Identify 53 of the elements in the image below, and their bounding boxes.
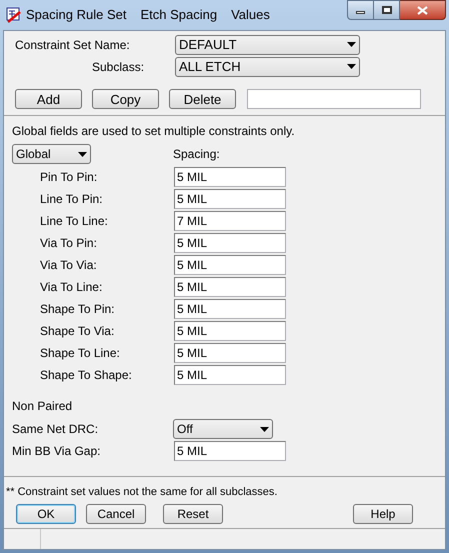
footnote-text: ** Constraint set values not the same for all subclasses. — [6, 486, 278, 498]
value-field[interactable]: 5 MIL — [174, 167, 286, 187]
dialog-button[interactable]: Add — [15, 89, 82, 109]
value-field[interactable]: 5 MIL — [174, 277, 286, 297]
same-net-drc-dropdown[interactable]: Off — [173, 419, 273, 439]
caret-icon — [347, 64, 356, 69]
value-field[interactable]: 5 MIL — [174, 365, 286, 385]
scope-dropdown[interactable]: Global — [12, 144, 91, 164]
rule-label: Pin To Pin: — [39, 169, 98, 186]
caret-icon — [78, 152, 87, 156]
rule-label: Via To Pin: — [39, 235, 98, 252]
value-field[interactable]: 5 MIL — [174, 299, 286, 319]
close-icon — [417, 6, 428, 14]
constraint-set-dropdown[interactable]: DEFAULT — [175, 34, 360, 54]
rule-label: Line To Pin: — [39, 191, 104, 208]
name-field[interactable] — [247, 89, 421, 109]
dialog-button[interactable]: Delete — [169, 89, 236, 109]
value-field[interactable]: 5 MIL — [174, 321, 286, 341]
dialog-button[interactable]: Help — [353, 504, 413, 524]
rule-label: Line To Line: — [39, 213, 109, 230]
rule-label: Shape To Shape: — [39, 367, 133, 384]
maximize-button[interactable] — [374, 0, 400, 20]
rule-label: Shape To Line: — [39, 345, 121, 362]
column-heading: Spacing: — [173, 146, 220, 163]
value-field[interactable]: 5 MIL — [174, 189, 286, 209]
field-label: Same Net DRC: — [12, 421, 100, 438]
subclass-dropdown[interactable]: ALL ETCH — [175, 56, 360, 76]
value-field[interactable]: 5 MIL — [174, 343, 286, 363]
minimize-button[interactable] — [347, 0, 374, 20]
field-label: Min BB Via Gap: — [12, 443, 102, 460]
close-button[interactable] — [400, 0, 446, 20]
menu-item[interactable]: Etch Spacing — [140, 5, 218, 25]
dialog-button[interactable]: OK — [16, 504, 76, 524]
rule-label: Via To Line: — [39, 279, 104, 296]
rule-label: Via To Via: — [39, 257, 98, 274]
menu-item[interactable]: Spacing Rule Set — [26, 5, 126, 25]
rule-label: Shape To Via: — [39, 323, 116, 340]
section-heading: Non Paired — [12, 398, 74, 415]
value-field[interactable]: 5 MIL — [174, 255, 286, 275]
value-field[interactable]: 7 MIL — [174, 211, 286, 231]
rule-label: Shape To Pin: — [39, 301, 116, 318]
value-field[interactable]: 5 MIL — [174, 233, 286, 253]
dialog-button[interactable]: Cancel — [86, 504, 146, 524]
value-field[interactable]: 5 MIL — [174, 441, 286, 461]
field-label: Subclass: — [91, 58, 146, 76]
caret-icon — [260, 426, 269, 432]
field-label: Constraint Set Name: — [14, 36, 131, 54]
app-icon — [6, 7, 22, 23]
caret-icon — [347, 42, 356, 47]
dialog-button[interactable]: Reset — [163, 504, 223, 524]
menu-item[interactable]: Values — [231, 5, 270, 25]
note-text: Global fields are used to set multiple constraints only. — [12, 123, 296, 140]
dialog-button[interactable]: Copy — [92, 89, 159, 109]
